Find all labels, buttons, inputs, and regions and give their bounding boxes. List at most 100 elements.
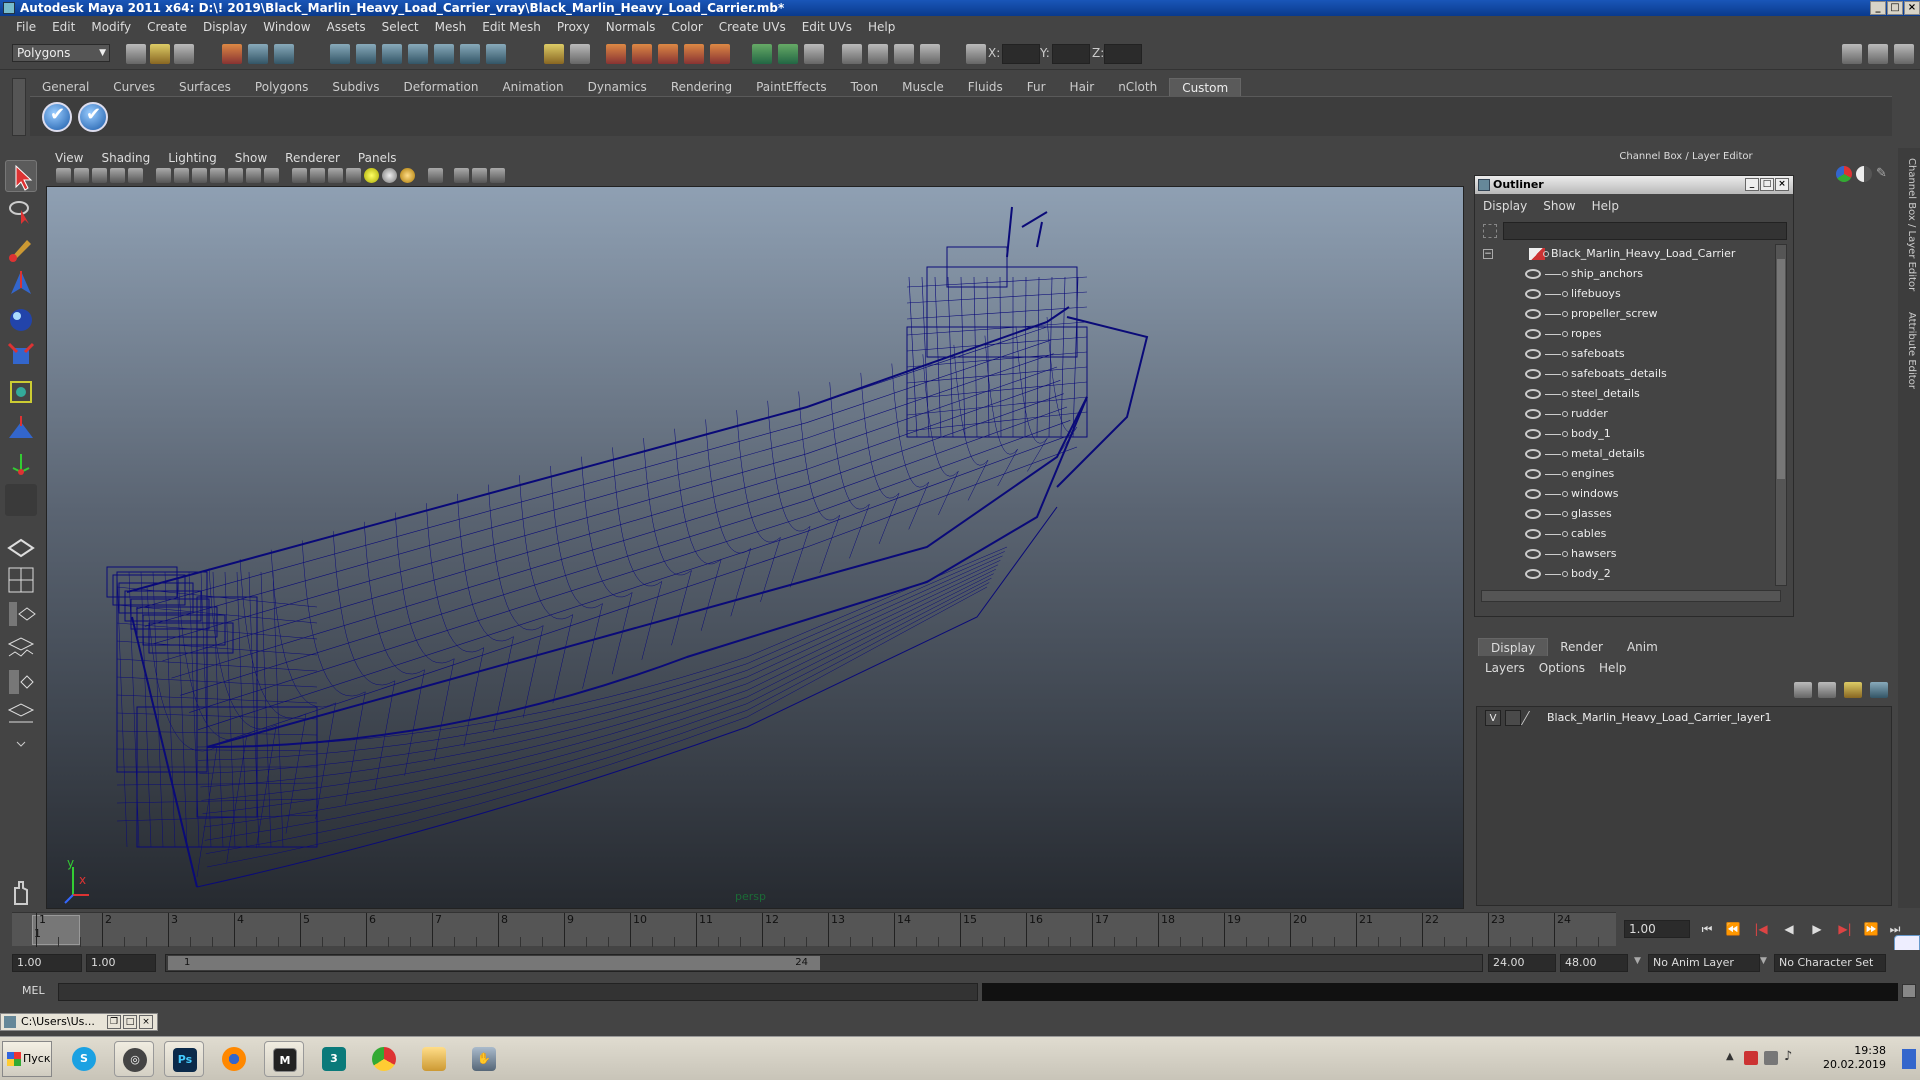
menu-create-uvs[interactable]: Create UVs — [711, 20, 794, 34]
command-language-label[interactable]: MEL — [22, 984, 45, 997]
isolate-select-icon[interactable] — [428, 168, 443, 183]
menu-mesh[interactable]: Mesh — [427, 20, 475, 34]
minimize-button[interactable]: _ — [1870, 1, 1886, 15]
last-tool-slot[interactable] — [5, 484, 37, 516]
move-tool-icon[interactable] — [5, 268, 37, 300]
outliner-menu-display[interactable]: Display — [1475, 198, 1535, 214]
menu-modify[interactable]: Modify — [83, 20, 139, 34]
collapse-icon[interactable]: − — [1483, 249, 1493, 259]
menu-edit-mesh[interactable]: Edit Mesh — [474, 20, 549, 34]
tab-dynamics[interactable]: Dynamics — [576, 78, 659, 96]
outliner-item[interactable]: safeboats — [1479, 344, 1779, 364]
outliner-item[interactable]: glasses — [1479, 504, 1779, 524]
menu-normals[interactable]: Normals — [598, 20, 664, 34]
menu-edit-uvs[interactable]: Edit UVs — [794, 20, 860, 34]
tab-anim[interactable]: Anim — [1615, 638, 1670, 656]
tab-toon[interactable]: Toon — [839, 78, 891, 96]
open-scene-icon[interactable] — [150, 44, 170, 64]
layer-playback-toggle[interactable] — [1505, 710, 1521, 726]
tab-painteffects[interactable]: PaintEffects — [744, 78, 838, 96]
monitor-icon[interactable] — [1764, 1051, 1778, 1065]
select-camera-icon[interactable] — [56, 168, 71, 183]
rotate-tool-icon[interactable] — [5, 304, 37, 336]
tab-curves[interactable]: Curves — [101, 78, 167, 96]
absolute-transform-icon[interactable] — [966, 44, 986, 64]
maya-taskbar-button[interactable]: M — [264, 1041, 304, 1077]
channel-box-display-icon[interactable] — [1856, 166, 1872, 182]
snap-curve-icon[interactable] — [356, 44, 376, 64]
helper-hand-icon[interactable] — [5, 876, 37, 908]
tab-deformation[interactable]: Deformation — [391, 78, 490, 96]
tab-render[interactable]: Render — [1548, 638, 1615, 656]
select-hierarchy-icon[interactable] — [222, 44, 242, 64]
tray-expand-icon[interactable]: ▲ — [1726, 1051, 1734, 1062]
xray-icon[interactable] — [454, 168, 469, 183]
menu-color[interactable]: Color — [663, 20, 710, 34]
play-forwards-icon[interactable]: ▶ — [1808, 921, 1826, 937]
side-tab-attribute-editor[interactable]: Attribute Editor — [1901, 312, 1917, 389]
new-scene-icon[interactable] — [126, 44, 146, 64]
step-forward-key-icon[interactable]: ▶| — [1836, 921, 1854, 937]
command-input[interactable] — [58, 983, 978, 1001]
hud-icon[interactable] — [264, 168, 279, 183]
maximize-button[interactable]: □ — [123, 1015, 137, 1029]
layer-remove-icon[interactable] — [1870, 682, 1888, 698]
input-line-icon[interactable] — [752, 44, 772, 64]
script-editor-icon[interactable] — [1902, 984, 1916, 998]
tab-ncloth[interactable]: nCloth — [1106, 78, 1169, 96]
make-live-icon[interactable] — [434, 44, 454, 64]
scale-tool-icon[interactable] — [5, 340, 37, 372]
photoshop-taskbar-button[interactable]: Ps — [164, 1041, 204, 1077]
layer-menu-options[interactable]: Options — [1532, 660, 1592, 676]
restore-button[interactable]: ❐ — [107, 1015, 121, 1029]
soft-modification-icon[interactable] — [5, 412, 37, 444]
sidebar-toggle-icon[interactable] — [842, 44, 862, 64]
snap-grid-icon[interactable] — [330, 44, 350, 64]
outliner-item[interactable]: ship_anchors — [1479, 264, 1779, 284]
outliner-maximize-button[interactable]: □ — [1760, 178, 1774, 191]
menu-proxy[interactable]: Proxy — [549, 20, 598, 34]
current-frame-field[interactable]: 1.00 — [1624, 920, 1690, 938]
lock-icon[interactable] — [544, 44, 564, 64]
toggle-channel-box-icon[interactable] — [1894, 44, 1914, 64]
menu-display[interactable]: Display — [195, 20, 255, 34]
tab-surfaces[interactable]: Surfaces — [167, 78, 243, 96]
render-view-icon[interactable] — [710, 44, 730, 64]
step-back-key-icon[interactable]: |◀ — [1752, 921, 1770, 937]
attribute-icon[interactable] — [894, 44, 914, 64]
close-button[interactable]: × — [139, 1015, 153, 1029]
layout-dopesheet-pane-icon[interactable] — [5, 700, 37, 732]
toggle-attribute-editor-icon[interactable] — [1842, 44, 1862, 64]
network-icon[interactable] — [1744, 1051, 1758, 1065]
all-lights-icon[interactable] — [382, 168, 397, 183]
y-field[interactable] — [1052, 44, 1090, 64]
minimized-window[interactable]: C:\Users\Us... ❐ □ × — [0, 1013, 158, 1031]
outliner-item[interactable]: rudder — [1479, 404, 1779, 424]
animation-start-field[interactable]: 1.00 — [12, 954, 82, 972]
layer-visibility-toggle[interactable]: V — [1485, 710, 1501, 726]
scrollbar-thumb[interactable] — [1777, 259, 1785, 479]
outliner-item[interactable]: body_2 — [1479, 564, 1779, 584]
anim-layer-selector[interactable]: No Anim Layer — [1648, 954, 1760, 972]
hypershade-icon[interactable] — [684, 44, 704, 64]
shelf-menu-handle[interactable] — [12, 78, 26, 136]
show-desktop-button[interactable] — [1902, 1049, 1916, 1069]
grid-icon[interactable] — [128, 168, 143, 183]
paint-select-tool-icon[interactable] — [5, 232, 37, 264]
textured-icon[interactable] — [346, 168, 361, 183]
layer-menu-help[interactable]: Help — [1592, 660, 1633, 676]
rename-icon[interactable] — [778, 44, 798, 64]
wireframe-icon[interactable] — [292, 168, 307, 183]
field-chart-icon[interactable] — [210, 168, 225, 183]
help-icon[interactable] — [486, 44, 506, 64]
outliner-item[interactable]: windows — [1479, 484, 1779, 504]
blender-taskbar-button[interactable] — [214, 1041, 254, 1077]
outliner-root-item[interactable]: − Black_Marlin_Heavy_Load_Carrier — [1479, 244, 1779, 264]
close-button[interactable]: × — [1904, 1, 1920, 15]
filter-icon[interactable] — [1483, 224, 1497, 238]
menu-select[interactable]: Select — [374, 20, 427, 34]
outliner-item[interactable]: metal_details — [1479, 444, 1779, 464]
backface-culling-icon[interactable] — [490, 168, 505, 183]
outliner-vertical-scrollbar[interactable] — [1775, 244, 1787, 586]
layer-menu-layers[interactable]: Layers — [1478, 660, 1532, 676]
